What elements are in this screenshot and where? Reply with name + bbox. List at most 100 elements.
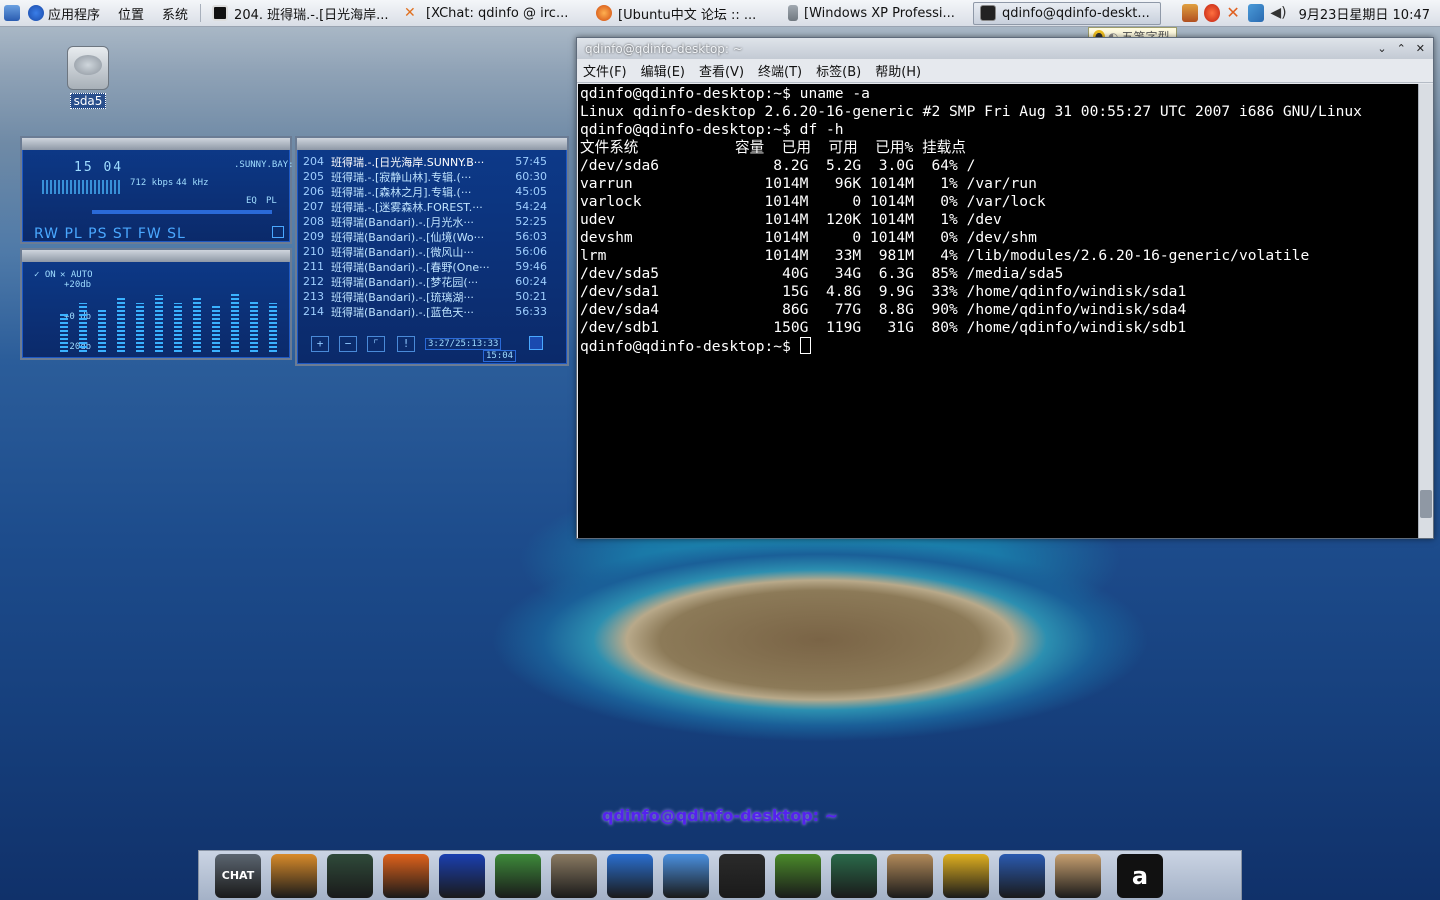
eq-band-slider[interactable]	[250, 300, 258, 352]
playlist-item[interactable]: 205 班得瑞.-.[寂静山林].专辑.(··· 60:30	[303, 169, 565, 184]
tray-xchat-icon[interactable]: ✕	[1226, 4, 1242, 22]
book-icon[interactable]	[775, 853, 821, 898]
player-time: 15 04	[74, 160, 124, 175]
hard-drive-icon	[67, 46, 109, 90]
playlist-item-title: 班得瑞.-.[迷雾森林.FOREST.···	[331, 200, 483, 214]
playlist-misc-button[interactable]: !	[397, 336, 415, 352]
minimize-icon[interactable]: ⌄	[1377, 42, 1386, 55]
playlist-item[interactable]: 206 班得瑞.-.[森林之月].专辑.(··· 45:05	[303, 184, 565, 199]
audio-player-equalizer: ✓ ON ✕ AUTO +20db +0 db -20db	[20, 248, 292, 360]
playlist-item-duration: 52:25	[515, 215, 547, 228]
menu-view[interactable]: 查看(V)	[699, 61, 744, 80]
panel-show-desktop-icon[interactable]	[4, 5, 20, 21]
terminal-line: /dev/sda1 15G 4.8G 9.9G 33% /home/qdinfo…	[580, 283, 1187, 300]
menu-system[interactable]: 系统	[162, 4, 188, 23]
file-manager-icon[interactable]	[495, 853, 541, 898]
player-control-buttons[interactable]: RW PL PS ST FW SL	[34, 226, 186, 242]
eq-band-slider[interactable]	[174, 303, 182, 352]
volume-icon[interactable]: ◀)	[1270, 4, 1286, 22]
eq-band-slider[interactable]	[155, 295, 163, 352]
player-eq-toggle[interactable]: EQ	[246, 196, 257, 206]
playlist-item-duration: 56:03	[515, 230, 547, 243]
vmware-small-icon	[788, 5, 799, 21]
movie-player-icon[interactable]	[271, 853, 317, 898]
task-terminal[interactable]: qdinfo@qdinfo-deskt...	[973, 1, 1162, 25]
playlist-item[interactable]: 213 班得瑞(Bandari).-.[琉璃湖··· 50:21	[303, 289, 565, 304]
playlist-item-title: 班得瑞(Bandari).-.[仙境(Wo···	[331, 230, 485, 244]
terminal-line: /dev/sda4 86G 77G 8.8G 90% /home/qdinfo/…	[580, 301, 1187, 318]
task-xchat[interactable]: ✕ [XChat: qdinfo @ irc...	[397, 2, 585, 25]
playlist-item[interactable]: 208 班得瑞(Bandari).-.[月光水··· 52:25	[303, 214, 565, 229]
menu-terminal[interactable]: 终端(T)	[758, 61, 802, 80]
terminal-scrollbar[interactable]	[1418, 84, 1433, 538]
playlist-item[interactable]: 214 班得瑞(Bandari).-.[蓝色天··· 56:33	[303, 304, 565, 319]
playlist-select-button[interactable]: ⌜	[367, 336, 385, 352]
maximize-icon[interactable]: ⌃	[1397, 42, 1406, 55]
equalizer-titlebar[interactable]	[22, 250, 290, 262]
playlist-item[interactable]: 204 班得瑞.-.[日光海岸.SUNNY.B··· 57:45	[303, 154, 565, 169]
eq-band-slider[interactable]	[60, 313, 68, 352]
task-firefox[interactable]: [Ubuntu中文 论坛 :: ...	[589, 2, 777, 25]
menu-tabs[interactable]: 标签(B)	[816, 61, 861, 80]
resize-icon[interactable]	[943, 853, 989, 898]
eq-band-slider[interactable]	[79, 303, 87, 352]
playlist-list-button[interactable]	[529, 336, 543, 350]
terminal-icon[interactable]	[719, 853, 765, 898]
player-pl-toggle[interactable]: PL	[266, 196, 277, 206]
network-globe-icon[interactable]	[327, 853, 373, 898]
eq-sliders[interactable]	[40, 282, 280, 358]
menu-help[interactable]: 帮助(H)	[875, 61, 921, 80]
eq-band-slider[interactable]	[98, 309, 106, 352]
playlist-item[interactable]: 210 班得瑞(Bandari).-.[微风山··· 56:06	[303, 244, 565, 259]
playlist-titlebar[interactable]	[297, 138, 567, 150]
player-scroll-title: .SUNNY.BAY:	[234, 160, 294, 170]
eq-band-slider[interactable]	[231, 292, 239, 352]
playlist-item[interactable]: 211 班得瑞(Bandari).-.[春野(One··· 59:46	[303, 259, 565, 274]
menu-edit[interactable]: 编辑(E)	[641, 61, 685, 80]
rabbit-icon[interactable]	[887, 853, 933, 898]
task-audio-player[interactable]: 204. 班得瑞.-.[日光海岸...	[205, 2, 393, 25]
terminal-line: /dev/sda6 8.2G 5.2G 3.0G 64% /	[580, 157, 976, 174]
system-monitor-icon[interactable]	[831, 853, 877, 898]
scrollbar-thumb[interactable]	[1420, 490, 1432, 518]
tray-app-icon[interactable]	[1182, 4, 1199, 22]
playlist-add-button[interactable]: +	[311, 336, 329, 352]
messenger-icon[interactable]	[663, 853, 709, 898]
writer-icon[interactable]	[607, 853, 653, 898]
clock[interactable]: 9月23日星期日 10:47	[1299, 4, 1430, 23]
playlist-item[interactable]: 207 班得瑞.-.[迷雾森林.FOREST.··· 54:24	[303, 199, 565, 214]
menu-file[interactable]: 文件(F)	[583, 61, 627, 80]
firefox-icon[interactable]	[383, 853, 429, 898]
player-grid-icon[interactable]	[272, 226, 284, 238]
desktop-icon-sda5[interactable]: sda5	[64, 46, 112, 109]
media-play-icon[interactable]	[999, 853, 1045, 898]
menu-applications[interactable]: 应用程序	[48, 4, 100, 23]
playlist-item-number: 205	[303, 170, 324, 183]
playlist-item[interactable]: 212 班得瑞(Bandari).-.[梦花园(··· 60:24	[303, 274, 565, 289]
terminal-screen[interactable]: qdinfo@qdinfo-desktop:~$ uname -a Linux q…	[578, 84, 1418, 538]
tray-firefox-icon[interactable]	[1204, 4, 1221, 22]
audio-player-playlist: 204 班得瑞.-.[日光海岸.SUNNY.B··· 57:45 205 班得瑞.-.[…	[295, 136, 569, 366]
eq-auto-toggle[interactable]: ✕ AUTO	[60, 270, 93, 280]
xchat-icon[interactable]: CHAT	[215, 853, 261, 898]
playlist-item[interactable]: 209 班得瑞(Bandari).-.[仙境(Wo··· 56:03	[303, 229, 565, 244]
player-titlebar[interactable]	[22, 138, 290, 150]
task-vmware[interactable]: [Windows XP Professi...	[781, 2, 969, 25]
playlist-remove-button[interactable]: −	[339, 336, 357, 352]
gimp-icon[interactable]	[551, 853, 597, 898]
home-icon[interactable]	[1055, 853, 1101, 898]
eq-band-slider[interactable]	[117, 297, 125, 352]
playlist-item-duration: 59:46	[515, 260, 547, 273]
eq-band-slider[interactable]	[193, 297, 201, 352]
eq-band-slider[interactable]	[212, 306, 220, 352]
player-seek-bar[interactable]	[92, 210, 272, 214]
blue-bird-icon[interactable]	[439, 853, 485, 898]
tray-network-icon[interactable]	[1248, 4, 1265, 22]
close-icon[interactable]: ✕	[1416, 42, 1425, 55]
terminal-titlebar[interactable]: qdinfo@qdinfo-desktop: ~ ⌄ ⌃ ✕	[577, 38, 1433, 59]
eq-band-slider[interactable]	[269, 303, 277, 352]
eq-band-slider[interactable]	[136, 303, 144, 352]
launcher-a-icon[interactable]: a	[1117, 853, 1163, 898]
menu-places[interactable]: 位置	[118, 4, 144, 23]
eq-on-toggle[interactable]: ✓ ON	[34, 270, 56, 280]
